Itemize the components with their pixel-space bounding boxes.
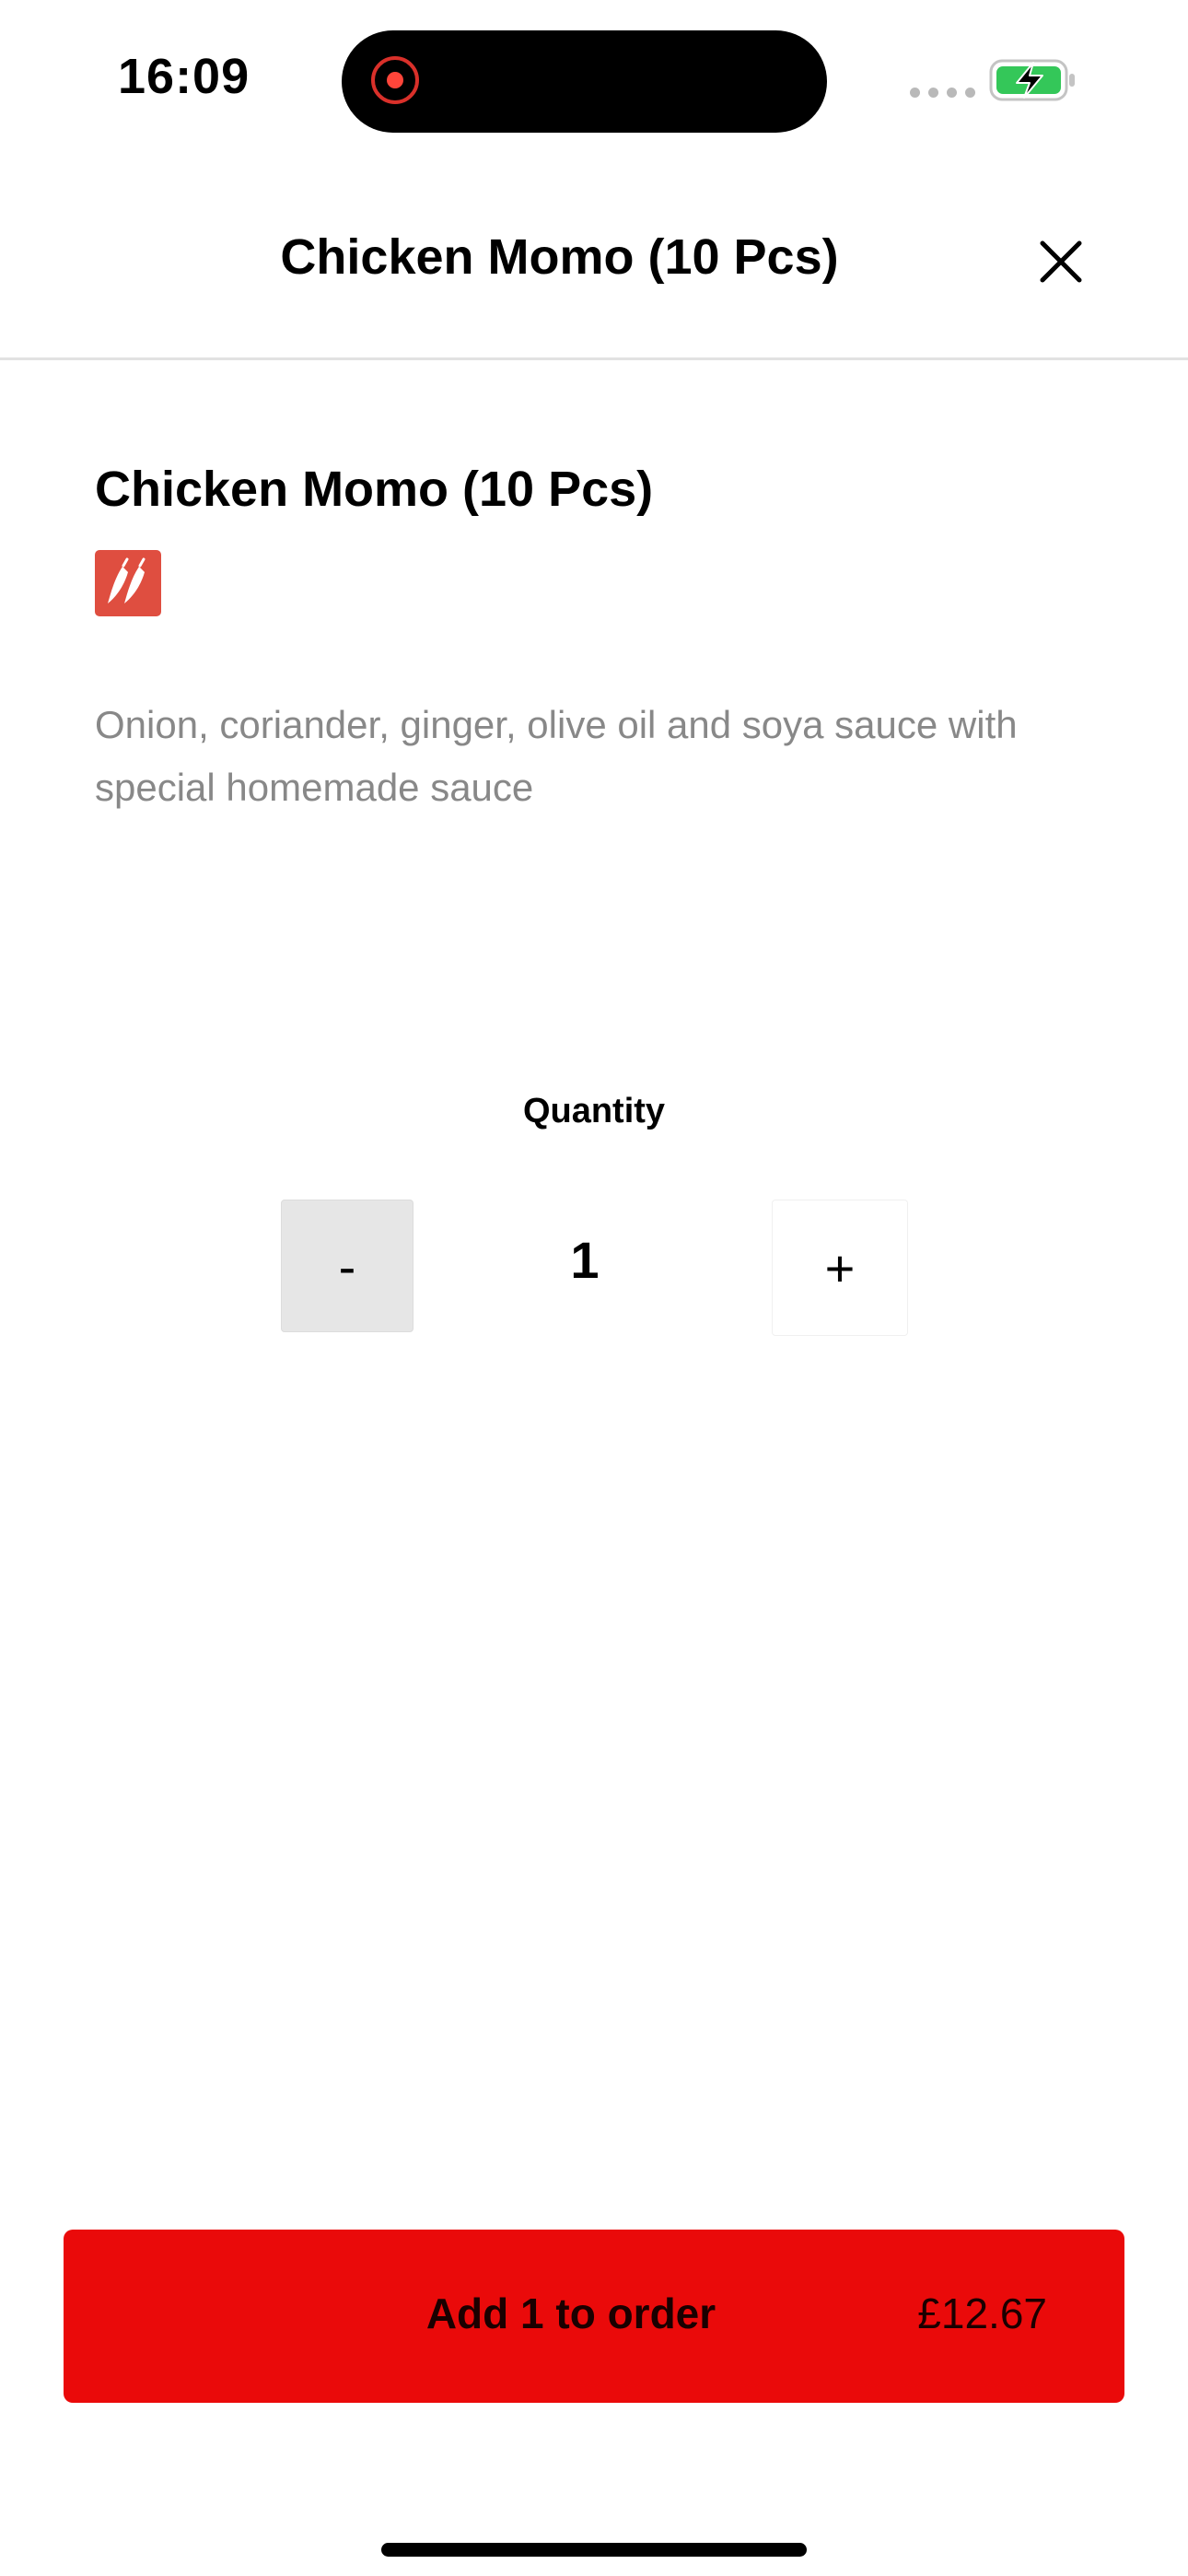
close-icon	[1040, 240, 1082, 283]
increase-quantity-button[interactable]: +	[772, 1200, 908, 1336]
item-description: Onion, coriander, ginger, olive oil and …	[95, 703, 1018, 809]
header-divider	[0, 357, 1188, 360]
signal-icon	[910, 88, 975, 98]
spicy-badge	[95, 550, 161, 616]
decrease-quantity-button[interactable]: -	[281, 1200, 413, 1332]
quantity-value: 1	[570, 1231, 600, 1289]
item-detail-screen: 16:09 Chicken Momo (10 Pcs) Chicken Momo…	[0, 0, 1188, 2576]
home-indicator[interactable]	[381, 2543, 807, 2557]
screen-recording-icon	[371, 56, 419, 104]
status-time: 16:09	[118, 49, 250, 104]
order-price: £12.67	[917, 2289, 1047, 2337]
chili-icon	[108, 557, 146, 603]
add-to-order-button[interactable]: Add 1 to order £12.67	[64, 2230, 1124, 2403]
quantity-label: Quantity	[522, 1092, 666, 1130]
close-button[interactable]	[1033, 234, 1089, 289]
item-name: Chicken Momo (10 Pcs)	[95, 462, 654, 517]
header-title: Chicken Momo (10 Pcs)	[280, 229, 839, 285]
dynamic-island	[342, 30, 827, 133]
battery-icon	[989, 59, 1077, 106]
